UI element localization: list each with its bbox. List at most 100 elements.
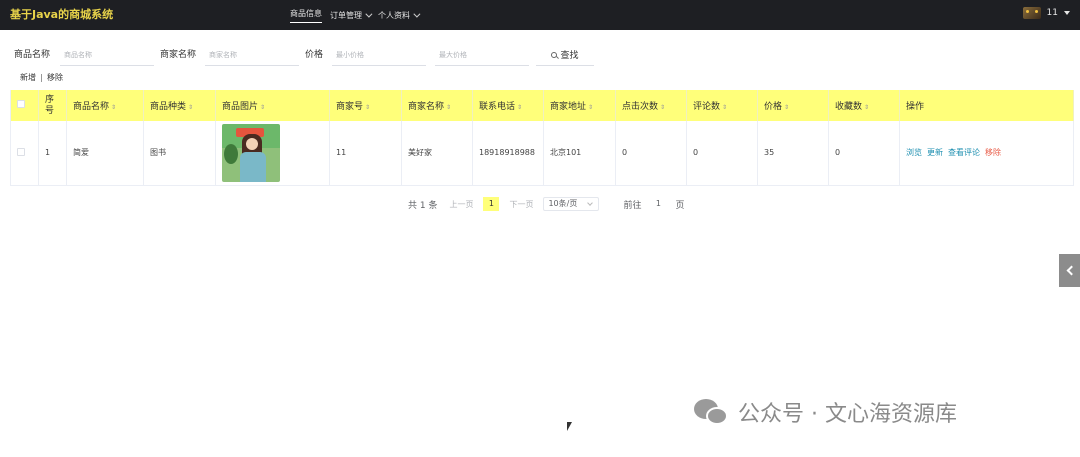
search-icon <box>551 51 558 58</box>
sort-icon[interactable]: ⇕ <box>111 104 116 111</box>
column-header[interactable]: 商家地址 ⇕ <box>543 90 616 121</box>
column-header[interactable]: 价格 ⇕ <box>757 90 829 121</box>
column-header-label: 商家名称 <box>408 102 445 112</box>
min-price-input[interactable]: 最小价格 <box>332 44 426 66</box>
top-navbar: 基于Java的商城系统 商品信息 订单管理 个人资料 11 <box>0 0 1080 30</box>
column-header[interactable]: 评论数 ⇕ <box>686 90 758 121</box>
add-button[interactable]: 新增 <box>20 72 36 83</box>
column-header[interactable]: 收藏数 ⇕ <box>828 90 900 121</box>
view-link[interactable]: 浏览 <box>906 148 922 157</box>
cell-phone: 18918918988 <box>472 121 544 186</box>
search-bar: 商品名称 商品名称 商家名称 商家名称 价格 最小价格 最大价格 查找 <box>0 44 1080 66</box>
watermark-text: 公众号 · 文心海资源库 <box>738 402 957 427</box>
sort-icon[interactable]: ⇕ <box>722 104 727 111</box>
mouse-cursor-icon <box>567 422 572 431</box>
product-name-input[interactable]: 商品名称 <box>60 44 154 66</box>
main-nav: 商品信息 订单管理 个人资料 <box>290 8 421 23</box>
column-header[interactable]: 商品图片 ⇕ <box>215 90 330 121</box>
nav-item-orders[interactable]: 订单管理 <box>330 8 373 23</box>
sort-icon[interactable]: ⇕ <box>517 104 522 111</box>
column-header[interactable]: 点击次数 ⇕ <box>615 90 687 121</box>
wechat-icon <box>694 397 730 427</box>
table-header-row: 序号 商品名称 ⇕ 商品种类 ⇕ 商品图片 ⇕ 商家号 ⇕ 商家名称 ⇕ 联系电话 ⇕ 商家… <box>10 90 1074 121</box>
nav-item-label: 订单管理 <box>330 11 362 20</box>
column-header[interactable]: 商家号 ⇕ <box>329 90 402 121</box>
product-table: 序号 商品名称 ⇕ 商品种类 ⇕ 商品图片 ⇕ 商家号 ⇕ 商家名称 ⇕ 联系电话 ⇕ 商家… <box>10 90 1074 186</box>
sort-icon[interactable]: ⇕ <box>864 104 869 111</box>
column-header[interactable]: 商品名称 ⇕ <box>66 90 144 121</box>
cell-address: 北京101 <box>543 121 616 186</box>
total-count: 共 1 条 <box>408 200 438 211</box>
column-header-label: 商家号 <box>336 102 364 112</box>
column-header-label: 商品图片 <box>222 102 259 112</box>
cell-image <box>215 121 330 186</box>
nav-item-profile[interactable]: 个人资料 <box>378 8 421 23</box>
column-header-label: 商品种类 <box>150 102 187 112</box>
user-name: 11 <box>1046 8 1058 18</box>
column-header-label: 收藏数 <box>835 102 863 112</box>
goto-page-input[interactable]: 1 <box>647 197 669 211</box>
divider <box>41 73 42 82</box>
select-all-checkbox-cell[interactable] <box>10 90 39 121</box>
page-size-select[interactable]: 10条/页 <box>543 197 600 211</box>
column-header-label: 评论数 <box>693 102 721 112</box>
sort-icon[interactable]: ⇕ <box>784 104 789 111</box>
sort-icon[interactable]: ⇕ <box>588 104 593 111</box>
nav-item-label: 个人资料 <box>378 11 410 20</box>
update-link[interactable]: 更新 <box>927 148 943 157</box>
column-header-label: 价格 <box>764 102 783 112</box>
column-header-label: 序号 <box>45 94 55 116</box>
cell-category: 图书 <box>143 121 216 186</box>
watermark: 公众号 · 文心海资源库 <box>694 396 957 428</box>
cell-merchant-no: 11 <box>329 121 402 186</box>
max-price-input[interactable]: 最大价格 <box>435 44 529 66</box>
column-header-label: 商品名称 <box>73 102 110 112</box>
toolbar: 新增 移除 <box>20 72 63 83</box>
table-row: 1 简爱 图书 11 美好家 18918918988 北京101 0 0 35 … <box>10 121 1074 186</box>
cell-favorites: 0 <box>828 121 900 186</box>
sort-icon[interactable]: ⇕ <box>446 104 451 111</box>
delete-link[interactable]: 移除 <box>985 148 1001 157</box>
column-header-label: 商家地址 <box>550 102 587 112</box>
sort-icon[interactable]: ⇕ <box>260 104 265 111</box>
sort-icon[interactable]: ⇕ <box>188 104 193 111</box>
user-menu[interactable]: 11 <box>1022 7 1070 19</box>
view-comments-link[interactable]: 查看评论 <box>948 148 980 157</box>
cell-price: 35 <box>757 121 829 186</box>
remove-button[interactable]: 移除 <box>47 72 63 83</box>
column-header-label: 操作 <box>906 102 925 112</box>
column-header[interactable]: 商品种类 ⇕ <box>143 90 216 121</box>
cell-merchant-name: 美好家 <box>401 121 473 186</box>
avatar <box>1022 7 1041 19</box>
cell-operations: 浏览 更新 查看评论 移除 <box>899 121 1074 186</box>
product-image[interactable] <box>222 123 280 182</box>
page-number[interactable]: 1 <box>483 197 500 211</box>
collapse-sidebar-button[interactable] <box>1059 254 1080 287</box>
prev-page-button[interactable]: 上一页 <box>449 199 473 210</box>
search-button-label: 查找 <box>560 51 579 61</box>
column-header-label: 点击次数 <box>622 102 659 112</box>
nav-item-products[interactable]: 商品信息 <box>290 8 322 23</box>
column-header: 序号 <box>38 90 67 121</box>
sort-icon[interactable]: ⇕ <box>660 104 665 111</box>
search-button[interactable]: 查找 <box>536 44 594 66</box>
pagination: 共 1 条 上一页 1 下一页 10条/页 前往 1 页 <box>408 197 684 211</box>
cell-product-name: 简爱 <box>66 121 144 186</box>
column-header[interactable]: 商家名称 ⇕ <box>401 90 473 121</box>
column-header[interactable]: 联系电话 ⇕ <box>472 90 544 121</box>
column-header-label: 联系电话 <box>479 102 516 112</box>
next-page-button[interactable]: 下一页 <box>509 199 533 210</box>
row-checkbox[interactable] <box>17 147 25 156</box>
merchant-name-label: 商家名称 <box>160 50 197 60</box>
sort-icon[interactable]: ⇕ <box>365 104 370 111</box>
goto-label: 前往 <box>623 200 642 211</box>
row-checkbox-cell[interactable] <box>10 121 39 186</box>
merchant-name-input[interactable]: 商家名称 <box>205 44 299 66</box>
column-header: 操作 <box>899 90 1074 121</box>
cell-clicks: 0 <box>615 121 687 186</box>
nav-item-label: 商品信息 <box>290 9 322 18</box>
chevron-down-icon <box>365 10 373 18</box>
product-name-label: 商品名称 <box>14 50 51 60</box>
select-all-checkbox[interactable] <box>17 100 25 108</box>
chevron-left-icon <box>1066 265 1076 276</box>
